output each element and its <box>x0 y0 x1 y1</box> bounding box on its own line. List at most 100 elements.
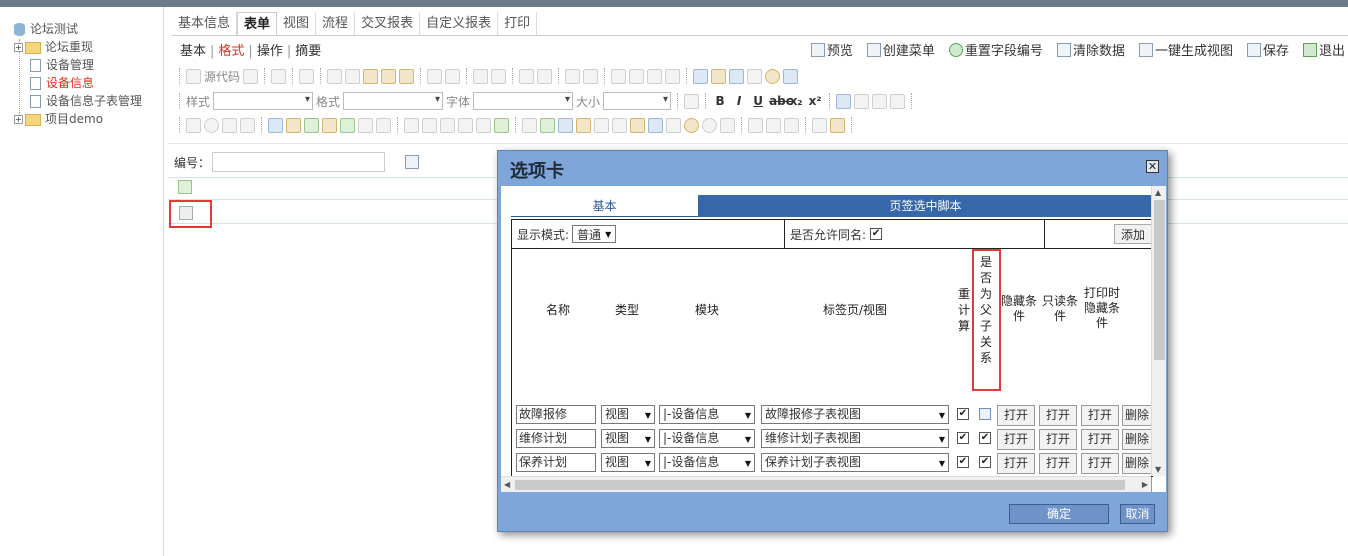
tab-view[interactable]: 视图 <box>277 12 317 35</box>
hide-cond-open-button[interactable]: 打开 <box>997 405 1035 426</box>
tree-item-subtable-mgmt[interactable]: 设备信息子表管理 <box>30 92 142 110</box>
tab-module-select[interactable]: |-设备信息 <box>659 429 755 448</box>
tab-flow[interactable]: 流程 <box>316 12 356 35</box>
allow-same-name-checkbox[interactable]: ✔ <box>870 228 883 240</box>
outdent-icon[interactable] <box>611 68 627 84</box>
radio-control-icon[interactable] <box>204 117 219 133</box>
superscript-icon[interactable]: x² <box>807 94 823 108</box>
undo-icon[interactable] <box>427 68 443 84</box>
tree-item-project-demo[interactable]: + 项目demo <box>14 110 103 128</box>
find-icon[interactable] <box>473 68 489 84</box>
subnav-operation[interactable]: 操作 <box>257 44 283 59</box>
underline-icon[interactable]: U <box>750 94 766 108</box>
cut-icon[interactable] <box>327 68 343 84</box>
special-char-icon[interactable] <box>783 68 799 84</box>
div-icon[interactable] <box>665 68 681 84</box>
select-all-icon[interactable] <box>519 68 535 84</box>
expand-icon[interactable]: + <box>14 43 23 52</box>
bg-color-icon[interactable] <box>830 117 845 133</box>
form-control-icon[interactable] <box>178 180 192 194</box>
tree-item-forum[interactable]: + 论坛重现 <box>14 38 93 56</box>
subscript-icon[interactable]: x₂ <box>788 94 804 108</box>
tab-basic[interactable]: 基本 <box>511 195 698 217</box>
paste-text-icon[interactable] <box>381 68 397 84</box>
include-icon[interactable] <box>458 117 473 133</box>
italic-icon[interactable]: I <box>731 94 747 108</box>
textfield-control-icon[interactable] <box>222 117 237 133</box>
tree-root[interactable]: 论坛测试 <box>14 20 78 38</box>
save-button[interactable]: 保存 <box>1246 40 1289 59</box>
add-button[interactable]: 添加 <box>1113 224 1152 244</box>
line-control-icon[interactable] <box>404 117 419 133</box>
create-menu-button[interactable]: 创建菜单 <box>866 40 935 59</box>
tab-type-select[interactable]: 视图 <box>601 405 655 424</box>
tab-view-select[interactable]: 维修计划子表视图 <box>761 429 949 448</box>
tree-item-device-info[interactable]: 设备信息 <box>30 74 94 92</box>
recalc-checkbox[interactable]: ✔ <box>957 408 969 420</box>
source-icon[interactable] <box>186 68 201 84</box>
calendar-icon[interactable] <box>286 117 301 133</box>
parent-relation-checkbox[interactable] <box>979 408 991 420</box>
tree-item-device-mgmt[interactable]: 设备管理 <box>30 56 94 74</box>
hide-cond-open-button[interactable]: 打开 <box>997 429 1035 450</box>
layout-icon[interactable] <box>376 117 391 133</box>
exit-button[interactable]: 退出 <box>1302 40 1345 59</box>
recalc-checkbox[interactable]: ✔ <box>957 432 969 444</box>
subnav-summary[interactable]: 摘要 <box>295 44 321 59</box>
tab-type-select[interactable]: 视图 <box>601 453 655 472</box>
image-icon[interactable] <box>693 68 709 84</box>
paste-icon[interactable] <box>363 68 379 84</box>
horizontal-line-icon[interactable] <box>747 68 763 84</box>
zoom-icon[interactable] <box>684 93 700 109</box>
org-icon[interactable] <box>358 117 373 133</box>
unlink-icon[interactable] <box>766 117 781 133</box>
attachment-icon[interactable] <box>558 117 573 133</box>
align-justify-icon[interactable] <box>890 93 906 109</box>
tree-control-icon[interactable] <box>304 117 319 133</box>
reset-field-id-button[interactable]: 重置字段编号 <box>948 40 1043 59</box>
word-icon[interactable] <box>648 117 663 133</box>
replace-icon[interactable] <box>491 68 507 84</box>
tab-view-select[interactable]: 保养计划子表视图 <box>761 453 949 472</box>
tab-print[interactable]: 打印 <box>498 12 538 35</box>
circle-icon[interactable] <box>702 117 717 133</box>
tab-name-input[interactable]: 维修计划 <box>516 429 596 448</box>
house-icon[interactable] <box>322 117 337 133</box>
expand-icon[interactable]: + <box>14 115 23 124</box>
font-select[interactable] <box>473 92 574 110</box>
vertical-scrollbar[interactable]: ▲ ▼ <box>1151 186 1166 476</box>
source-button-label[interactable]: 源代码 <box>204 68 240 85</box>
print-hide-open-button[interactable]: 打开 <box>1081 429 1119 450</box>
dept-icon[interactable] <box>340 117 355 133</box>
strike-icon[interactable]: abc <box>769 94 793 108</box>
tab-type-select[interactable]: 视图 <box>601 429 655 448</box>
new-doc-icon[interactable] <box>243 68 259 84</box>
flash-icon[interactable] <box>711 68 727 84</box>
readonly-cond-open-button[interactable]: 打开 <box>1039 429 1077 450</box>
paste-word-icon[interactable] <box>399 68 415 84</box>
mic-icon[interactable] <box>594 117 609 133</box>
subnav-basic[interactable]: 基本 <box>180 44 206 59</box>
link-icon[interactable] <box>748 117 763 133</box>
eraser-icon[interactable] <box>537 68 553 84</box>
display-mode-select[interactable]: 普通 <box>572 225 617 243</box>
tab-name-input[interactable]: 保养计划 <box>516 453 596 472</box>
tab-control-icon[interactable] <box>440 117 455 133</box>
print-hide-open-button[interactable]: 打开 <box>1081 405 1119 426</box>
style-select[interactable] <box>213 92 314 110</box>
align-center-icon[interactable] <box>854 93 870 109</box>
horizontal-scrollbar[interactable]: ◀ ▶ <box>501 476 1151 492</box>
tabs-icon[interactable] <box>494 117 509 133</box>
tab-select-script[interactable]: 页签选中脚本 <box>698 195 1153 217</box>
preview-button[interactable]: 预览 <box>810 40 853 59</box>
ok-button[interactable]: 确定 <box>1009 504 1109 524</box>
smiley-icon[interactable] <box>765 68 781 84</box>
delete-row-button[interactable]: 删除 <box>1122 453 1152 474</box>
subnav-format[interactable]: 格式 <box>218 44 244 59</box>
anchor-icon[interactable] <box>784 117 799 133</box>
bold-icon[interactable]: B <box>712 94 728 108</box>
table-icon[interactable] <box>729 68 745 84</box>
bullet-list-icon[interactable] <box>583 68 599 84</box>
sign-icon[interactable] <box>666 117 681 133</box>
parent-relation-checkbox[interactable]: ✔ <box>979 456 991 468</box>
